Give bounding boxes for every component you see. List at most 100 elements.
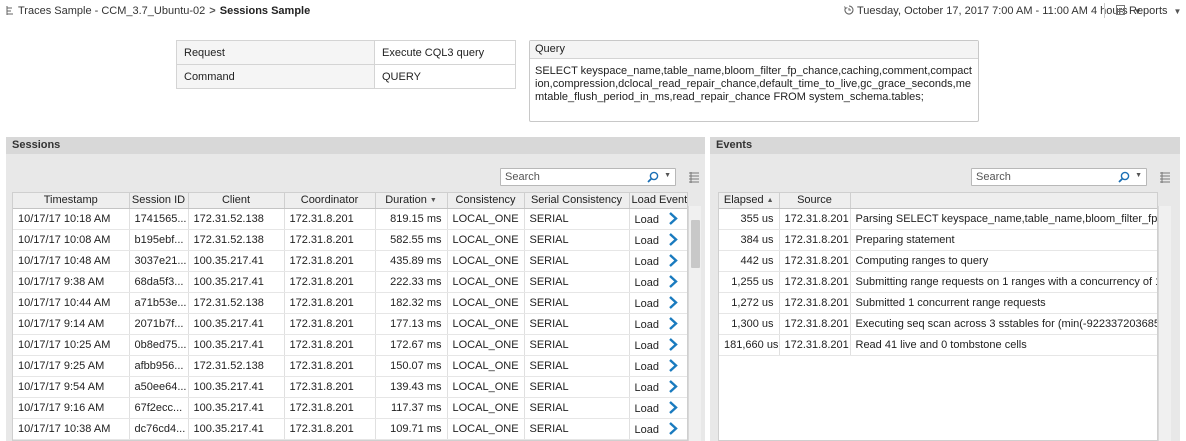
- load-link[interactable]: Load: [635, 298, 659, 310]
- table-row[interactable]: 10/17/17 10:48 AM 3037e21... 100.35.217.41…: [13, 250, 687, 272]
- load-link[interactable]: Load: [635, 382, 659, 394]
- table-cell: SERIAL: [524, 250, 630, 272]
- magnifier-icon[interactable]: [647, 171, 659, 183]
- table-row[interactable]: 10/17/17 9:16 AM 67f2ecc... 100.35.217.41 1…: [13, 397, 687, 419]
- table-cell: Read 41 live and 0 tombstone cells: [850, 334, 1157, 356]
- load-events-cell[interactable]: Load: [629, 208, 687, 230]
- load-events-cell[interactable]: Load: [629, 313, 687, 335]
- table-cell: SERIAL: [524, 292, 630, 314]
- magnifier-icon[interactable]: [1118, 171, 1130, 183]
- column-header[interactable]: Load Events: [629, 193, 687, 209]
- chevron-right-icon[interactable]: [668, 337, 678, 351]
- load-events-cell[interactable]: Load: [629, 229, 687, 251]
- chevron-right-icon[interactable]: [668, 232, 678, 246]
- chevron-down-icon[interactable]: ▼: [1135, 172, 1142, 179]
- events-search[interactable]: ▼: [971, 168, 1147, 186]
- column-header[interactable]: Serial Consistency: [524, 193, 630, 209]
- column-header[interactable]: Duration ▼: [375, 193, 448, 209]
- load-events-cell[interactable]: Load: [629, 250, 687, 272]
- load-events-cell[interactable]: Load: [629, 376, 687, 398]
- column-header[interactable]: Elapsed ▲: [719, 193, 780, 209]
- chevron-right-icon[interactable]: [668, 358, 678, 372]
- table-cell: 100.35.217.41: [188, 376, 285, 398]
- column-chooser-icon[interactable]: [1159, 171, 1171, 183]
- breadcrumb-parent-link[interactable]: Traces Sample - CCM_3.7_Ubuntu-02: [18, 5, 205, 17]
- table-cell: 172.31.8.201: [284, 418, 376, 440]
- reports-menu[interactable]: Reports ▼: [1116, 5, 1181, 17]
- table-row[interactable]: 1,255 us 172.31.8.201 Submitting range req…: [719, 271, 1157, 293]
- breadcrumb-current: Sessions Sample: [219, 5, 311, 17]
- load-events-cell[interactable]: Load: [629, 418, 687, 440]
- table-cell: 172.31.8.201: [284, 229, 376, 251]
- table-cell: Parsing SELECT keyspace_name,table_name,…: [850, 208, 1157, 230]
- load-link[interactable]: Load: [635, 319, 659, 331]
- column-header[interactable]: Consistency: [447, 193, 525, 209]
- load-link[interactable]: Load: [635, 235, 659, 247]
- chevron-down-icon[interactable]: ▼: [664, 172, 671, 179]
- load-events-cell[interactable]: Load: [629, 355, 687, 377]
- chevron-right-icon[interactable]: [668, 295, 678, 309]
- column-header[interactable]: Session ID: [129, 193, 189, 209]
- table-row[interactable]: 10/17/17 10:18 AM 1741565... 172.31.52.138…: [13, 208, 687, 230]
- table-cell: 172.31.8.201: [779, 334, 851, 356]
- chevron-right-icon[interactable]: [668, 400, 678, 414]
- load-link[interactable]: Load: [635, 277, 659, 289]
- table-row[interactable]: 1,300 us 172.31.8.201 Executing seq scan a…: [719, 313, 1157, 335]
- table-cell: Preparing statement: [850, 229, 1157, 251]
- table-row[interactable]: 10/17/17 10:44 AM a71b53e... 172.31.52.138…: [13, 292, 687, 314]
- table-cell: 117.37 ms: [375, 397, 448, 419]
- table-row[interactable]: 355 us 172.31.8.201 Parsing SELECT keyspac…: [719, 208, 1157, 230]
- column-header[interactable]: [850, 193, 1157, 209]
- chevron-right-icon[interactable]: [668, 421, 678, 435]
- load-events-cell[interactable]: Load: [629, 334, 687, 356]
- column-header[interactable]: Source: [779, 193, 851, 209]
- time-range-selector[interactable]: Tuesday, October 17, 2017 7:00 AM - 11:0…: [844, 5, 1142, 17]
- table-row[interactable]: 10/17/17 9:14 AM 2071b7f... 100.35.217.41 1…: [13, 313, 687, 335]
- table-cell: 150.07 ms: [375, 355, 448, 377]
- chevron-right-icon[interactable]: [668, 316, 678, 330]
- chevron-right-icon[interactable]: [668, 211, 678, 225]
- chevron-right-icon[interactable]: [668, 274, 678, 288]
- chevron-right-icon[interactable]: [668, 379, 678, 393]
- table-cell: 172.31.8.201: [284, 355, 376, 377]
- load-events-cell[interactable]: Load: [629, 397, 687, 419]
- table-cell: 100.35.217.41: [188, 418, 285, 440]
- column-header[interactable]: Client: [188, 193, 285, 209]
- chevron-right-icon[interactable]: [668, 253, 678, 267]
- load-link[interactable]: Load: [635, 424, 659, 436]
- table-row[interactable]: 384 us 172.31.8.201 Preparing statement: [719, 229, 1157, 251]
- table-cell: 172.31.8.201: [284, 292, 376, 314]
- table-row[interactable]: 181,660 us 172.31.8.201 Read 41 live and 0…: [719, 334, 1157, 356]
- column-header[interactable]: Timestamp: [13, 193, 130, 209]
- column-header[interactable]: Coordinator: [284, 193, 376, 209]
- load-link[interactable]: Load: [635, 256, 659, 268]
- column-chooser-icon[interactable]: [688, 171, 700, 183]
- column-header-label: Coordinator: [300, 194, 359, 207]
- table-cell: 10/17/17 10:18 AM: [13, 208, 130, 230]
- load-link[interactable]: Load: [635, 340, 659, 352]
- table-row[interactable]: 10/17/17 9:25 AM afbb956... 172.31.52.138 1…: [13, 355, 687, 377]
- sessions-grid: Timestamp Session ID Client Coordinator Dura…: [12, 192, 688, 441]
- table-cell: 819.15 ms: [375, 208, 448, 230]
- sessions-search[interactable]: ▼: [500, 168, 676, 186]
- table-row[interactable]: 10/17/17 9:54 AM a50ee64... 100.35.217.41 1…: [13, 376, 687, 398]
- sessions-panel: ▼ Timestamp Session ID Client Coordinator Du…: [6, 154, 705, 441]
- table-row[interactable]: 442 us 172.31.8.201 Computing ranges to qu…: [719, 250, 1157, 272]
- load-events-cell[interactable]: Load: [629, 292, 687, 314]
- load-link[interactable]: Load: [635, 403, 659, 415]
- table-row[interactable]: 10/17/17 10:08 AM b195ebf... 172.31.52.138…: [13, 229, 687, 251]
- load-link[interactable]: Load: [635, 361, 659, 373]
- sessions-scrollbar-thumb[interactable]: [691, 220, 700, 268]
- table-row[interactable]: 10/17/17 9:38 AM 68da5f3... 100.35.217.41 1…: [13, 271, 687, 293]
- load-link[interactable]: Load: [635, 214, 659, 226]
- table-row[interactable]: 10/17/17 10:38 AM dc76cd4... 100.35.217.41…: [13, 418, 687, 440]
- table-row[interactable]: 10/17/17 10:25 AM 0b8ed75... 100.35.217.41…: [13, 334, 687, 356]
- table-cell: 172.31.8.201: [779, 229, 851, 251]
- sessions-scrollbar[interactable]: [688, 206, 701, 441]
- table-cell: 172.31.8.201: [779, 292, 851, 314]
- column-header-label: Consistency: [455, 194, 516, 207]
- events-scrollbar[interactable]: [1158, 206, 1171, 441]
- load-events-cell[interactable]: Load: [629, 271, 687, 293]
- table-row[interactable]: 1,272 us 172.31.8.201 Submitted 1 concurre…: [719, 292, 1157, 314]
- column-header-label: Duration: [385, 194, 427, 207]
